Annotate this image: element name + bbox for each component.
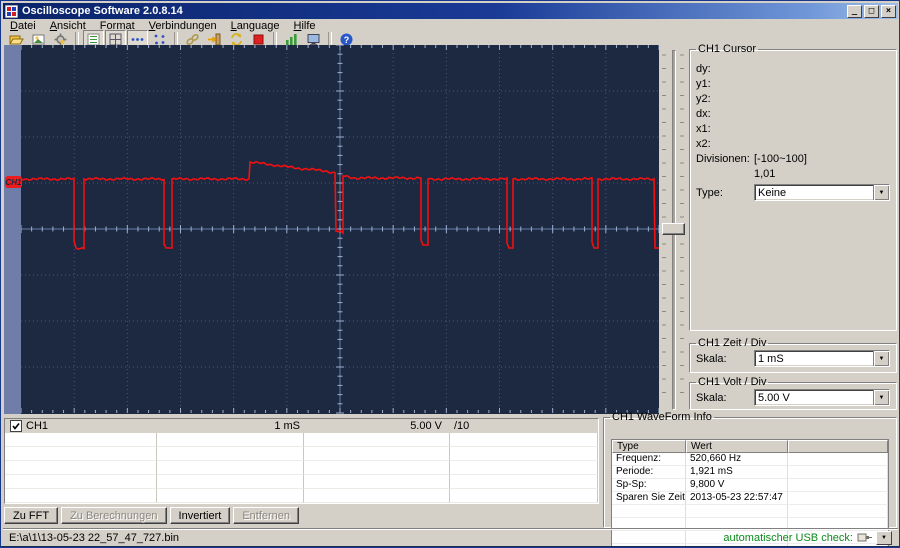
time-div-value: 1 mS	[758, 352, 784, 365]
action-buttons: Zu FFT Zu Berechnungen Invertiert Entfernen	[4, 507, 300, 524]
info-cell: Frequenz:	[612, 453, 686, 466]
channel-time-div: 1 mS	[274, 420, 300, 432]
channel-row-empty[interactable]	[5, 433, 598, 447]
info-cell	[686, 505, 788, 518]
info-row: Periode: 1,921 mS	[612, 466, 888, 479]
time-div-groupbox: CH1 Zeit / Div Skala: 1 mS ▼	[689, 337, 897, 373]
info-cell: Periode:	[612, 466, 686, 479]
cursor-field-label-x2: x2:	[696, 137, 711, 150]
info-cell: Sparen Sie Zeit:	[612, 492, 686, 505]
cursor-field-label-y2: y2:	[696, 92, 711, 105]
info-col-header-Wert[interactable]: Wert	[686, 440, 788, 453]
maximize-button[interactable]: □	[864, 4, 879, 18]
usb-check-label: automatischer USB check:	[723, 531, 853, 544]
divisionen-label: Divisionen:	[696, 152, 750, 165]
channel-row-empty[interactable]	[5, 447, 598, 461]
channel-volt-div: 5.00 V	[410, 420, 442, 432]
info-cell: 9,800 V	[686, 479, 788, 492]
info-row: Sparen Sie Zeit: 2013-05-23 22:57:47	[612, 492, 888, 505]
invertiert-button[interactable]: Invertiert	[169, 507, 231, 524]
svg-text:?: ?	[344, 35, 350, 45]
time-div-title: CH1 Zeit / Div	[698, 337, 767, 349]
cursor-field-label-dx: dx:	[696, 107, 711, 120]
cursor-field-label-dy: dy:	[696, 62, 711, 75]
status-file-path: E:\a\1\13-05-23 22_57_47_727.bin	[9, 531, 180, 544]
cursor-type-value: Keine	[758, 186, 787, 199]
channel-probe: /10	[454, 420, 470, 432]
info-cell: Sp-Sp:	[612, 479, 686, 492]
waveform-info-groupbox: CH1 WaveForm Info Type Wert Frequenz: 520,6…	[603, 411, 897, 547]
time-skala-label: Skala:	[696, 352, 727, 365]
app-window: Oscilloscope Software 2.0.8.14 _ □ × Dat…	[0, 0, 900, 548]
info-row: Sp-Sp: 9,800 V	[612, 479, 888, 492]
zu-fft-button[interactable]: Zu FFT	[4, 507, 59, 524]
chevron-down-icon[interactable]: ▼	[873, 390, 889, 405]
right-panel: CH1 Cursor dy: y1: y2: dx: x1: x2: Divisionen…	[687, 41, 899, 414]
chevron-down-icon[interactable]: ▼	[873, 185, 889, 200]
info-cell	[788, 479, 888, 492]
cursor-groupbox-title: CH1 Cursor	[698, 43, 757, 55]
divisionen-range: [-100~100]	[754, 152, 807, 165]
info-cell: 2013-05-23 22:57:47	[686, 492, 788, 505]
status-bar: E:\a\1\13-05-23 22_57_47_727.bin automat…	[3, 528, 898, 546]
info-row: Frequenz: 520,660 Hz	[612, 453, 888, 466]
channel-list[interactable]: CH1 1 mS 5.00 V/10	[4, 418, 599, 504]
info-cell: 520,660 Hz	[686, 453, 788, 466]
usb-dropdown-button[interactable]: ▼	[876, 530, 892, 545]
divisionen-value: 1,01	[754, 167, 776, 180]
cursor-field-label-y1: y1:	[696, 77, 711, 90]
chevron-down-icon[interactable]: ▼	[873, 351, 889, 366]
vertical-position-slider	[659, 45, 687, 414]
app-icon	[5, 4, 18, 18]
info-cell	[788, 466, 888, 479]
volt-div-groupbox: CH1 Volt / Div Skala: 5.00 V ▼	[689, 376, 897, 410]
info-cell	[788, 492, 888, 505]
channel-row-empty[interactable]	[5, 475, 598, 489]
info-cell	[788, 505, 888, 518]
scope-display: CH1	[4, 45, 659, 414]
channel-name: CH1	[26, 420, 49, 432]
channel-marker[interactable]: CH1	[5, 176, 22, 188]
close-button[interactable]: ×	[881, 4, 896, 18]
volt-div-value: 5.00 V	[758, 391, 790, 404]
volt-div-title: CH1 Volt / Div	[698, 376, 767, 388]
channel-checkbox[interactable]	[10, 420, 22, 432]
slider-thumb[interactable]	[662, 223, 685, 235]
cursor-type-select[interactable]: Keine ▼	[754, 184, 890, 201]
volt-skala-label: Skala:	[696, 391, 727, 404]
minimize-button[interactable]: _	[847, 4, 862, 18]
title-bar[interactable]: Oscilloscope Software 2.0.8.14 _ □ ×	[3, 3, 898, 19]
info-cell	[788, 453, 888, 466]
info-row	[612, 505, 888, 518]
waveform-info-title: CH1 WaveForm Info	[612, 411, 712, 423]
time-div-select[interactable]: 1 mS ▼	[754, 350, 890, 367]
usb-icon	[857, 532, 872, 543]
info-cell: 1,921 mS	[686, 466, 788, 479]
volt-div-select[interactable]: 5.00 V ▼	[754, 389, 890, 406]
channel-row-ch1[interactable]: CH1 1 mS 5.00 V/10	[5, 419, 598, 433]
cursor-field-label-x1: x1:	[696, 122, 711, 135]
zu-berechnungen-button: Zu Berechnungen	[61, 507, 167, 524]
cursor-groupbox: CH1 Cursor dy: y1: y2: dx: x1: x2: Divisionen…	[689, 43, 897, 331]
cursor-type-label: Type:	[696, 186, 723, 199]
info-col-header-Type[interactable]: Type	[612, 440, 686, 453]
scope-plot[interactable]	[21, 45, 659, 414]
channel-row-empty[interactable]	[5, 489, 598, 503]
channel-row-empty[interactable]	[5, 461, 598, 475]
info-col-header-blank[interactable]	[788, 440, 888, 453]
window-title: Oscilloscope Software 2.0.8.14	[22, 5, 183, 17]
info-cell	[612, 505, 686, 518]
entfernen-button: Entfernen	[233, 507, 300, 524]
